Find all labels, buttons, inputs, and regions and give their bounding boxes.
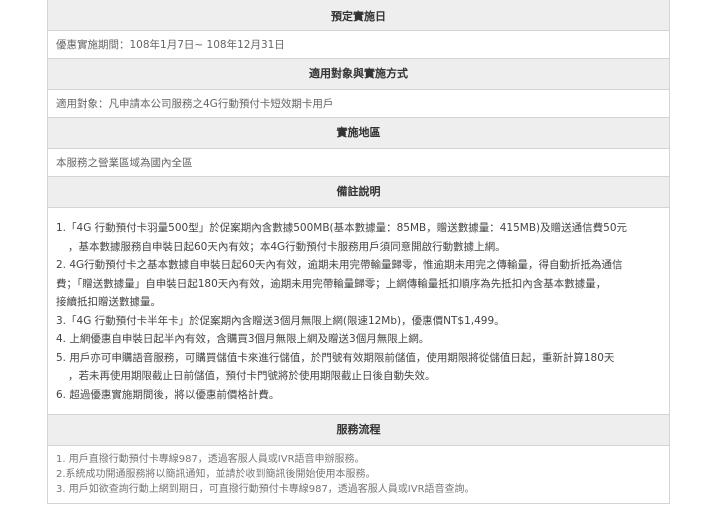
note-line: ，若未再使用期限截止日前儲值，預付卡門號將於使用期限截止日後自動失效。 [68,370,436,382]
info-table: 預定實施日 優惠實施期間：108年1月7日~ 108年12月31日 適用對象與實… [47,0,670,504]
note-line: 6. 超過優惠實施期間後，將以優惠前價格計費。 [56,388,280,401]
section-header-notes: 備註說明 [48,177,669,208]
section-header-region: 實施地區 [48,118,669,149]
note-item-4: 4. 上網優惠自申裝日起半內有效，含購買3個月無限上網及贈送3個月無限上網。 [56,330,661,349]
note-line: 4. 上網優惠自申裝日起半內有效，含購買3個月無限上網及贈送3個月無限上網。 [56,333,430,345]
note-item-1: 1.「4G 行動預付卡羽量500型」於促案期內含數據500MB(基本數據量：85… [56,219,661,256]
note-item-5: 5. 用戶亦可申購語音服務，可購買儲值卡來進行儲值，於門號有效期限前儲值，使用期… [56,349,661,386]
notes-list: 1.「4G 行動預付卡羽量500型」於促案期內含數據500MB(基本數據量：85… [48,208,669,415]
note-line: 2. 4G行動預付卡之基本數據自申裝日起60天內有效，逾期未用完帶輸量歸零，惟逾… [56,259,623,271]
section-content-date: 優惠實施期間：108年1月7日~ 108年12月31日 [48,31,669,59]
section-header-target: 適用對象與實施方式 [48,59,669,90]
note-line: 5. 用戶亦可申購語音服務，可購買儲值卡來進行儲值，於門號有效期限前儲值，使用期… [56,351,615,364]
note-item-2: 2. 4G行動預付卡之基本數據自申裝日起60天內有效，逾期未用完帶輸量歸零，惟逾… [56,256,661,312]
note-line: 1.「4G 行動預付卡羽量500型」於促案期內含數據500MB(基本數據量：85… [56,222,627,234]
note-item-6: 6. 超過優惠實施期間後，將以優惠前價格計費。 [56,386,661,405]
note-line: ，基本數據服務自申裝日起60天內有效；本4G行動預付卡服務用戶須同意開啟行動數據… [68,240,506,253]
note-line: 3.「4G 行動預付卡半年卡」於促案期內含贈送3個月無限上網(限速12Mb)，優… [56,314,505,327]
note-line: 費；「贈送數據量」自申裝日起180天內有效，逾期未用完帶輸量歸零；上網傳輸量抵扣… [56,277,607,290]
section-content-target: 適用對象：凡申請本公司服務之4G行動預付卡短效期卡用戶 [48,90,669,118]
flow-item: 1. 用戶直撥行動預付卡專線987，透過客服人員或IVR語音申辦服務。 [56,454,365,465]
note-item-3: 3.「4G 行動預付卡半年卡」於促案期內含贈送3個月無限上網(限速12Mb)，優… [56,312,661,331]
section-header-date: 預定實施日 [48,0,669,31]
flow-item: 3. 用戶如欲查詢行動上網到期日，可直撥行動預付卡專線987，透過客服人員或IV… [56,484,475,495]
section-header-flow: 服務流程 [48,415,669,446]
note-line: 接續抵扣贈送數據量。 [56,296,161,308]
flow-item: 2.系統成功開通服務將以簡訊通知，並請於收到簡訊後開始使用本服務。 [56,469,376,480]
flow-list: 1. 用戶直撥行動預付卡專線987，透過客服人員或IVR語音申辦服務。 2.系統… [48,446,669,504]
section-content-region: 本服務之營業區域為國內全區 [48,149,669,177]
